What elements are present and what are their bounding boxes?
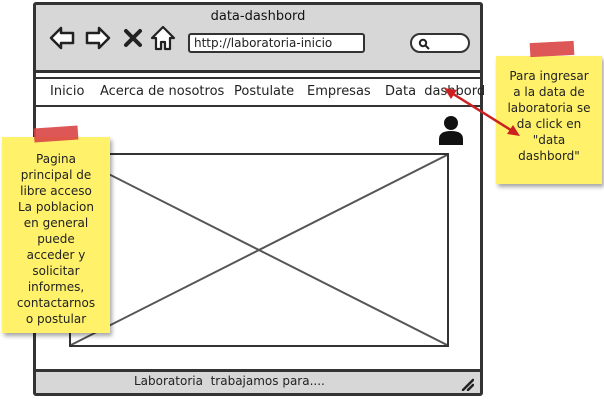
browser-titlebar: data-dashbord http://laboratoria-inicio xyxy=(36,5,480,73)
forward-arrow-icon[interactable] xyxy=(84,25,112,51)
back-arrow-icon[interactable] xyxy=(48,25,76,51)
search-icon xyxy=(418,38,430,50)
note-right-line: dashbord" xyxy=(518,149,580,163)
note-left-line: contactarnos xyxy=(16,296,96,310)
note-left-line: principal de xyxy=(20,168,92,182)
home-icon[interactable] xyxy=(150,25,176,51)
close-icon[interactable] xyxy=(122,25,144,51)
menu-item-postulate[interactable]: Postulate xyxy=(234,84,294,99)
tape-decoration xyxy=(529,40,575,58)
status-bar: Laboratoria trabajamos para.... xyxy=(36,369,480,393)
tape-decoration xyxy=(33,125,79,143)
resize-handle-icon[interactable] xyxy=(460,376,475,392)
note-left-line: o postular xyxy=(25,312,87,326)
menu-item-inicio[interactable]: Inicio xyxy=(50,84,84,99)
window-title: data-dashbord xyxy=(210,9,306,24)
note-left-line: en general xyxy=(23,216,89,230)
note-left-line: informes, xyxy=(27,280,85,294)
sticky-note-left: Pagina principal de libre acceso La pobl… xyxy=(2,125,110,333)
address-bar[interactable]: http://laboratoria-inicio xyxy=(188,33,365,53)
note-left-line: puede xyxy=(37,232,75,246)
note-left-line: libre acceso xyxy=(20,184,92,198)
note-right-line: Para ingresar xyxy=(509,69,589,83)
nav-menu: Inicio Acerca de nosotros Postulate Empr… xyxy=(36,77,485,107)
footer-text: Laboratoria trabajamos para.... xyxy=(134,374,325,388)
menu-item-acerca[interactable]: Acerca de nosotros xyxy=(100,84,224,99)
note-left-line: Pagina xyxy=(36,152,76,166)
search-field[interactable] xyxy=(410,33,470,53)
menu-item-empresas[interactable]: Empresas xyxy=(307,84,371,99)
note-left-line: La poblacion xyxy=(18,200,94,214)
image-placeholder xyxy=(69,153,449,347)
annotation-arrow-icon xyxy=(444,88,520,136)
note-left-line: solicitar xyxy=(32,264,80,278)
note-left-line: acceder y xyxy=(26,248,86,262)
